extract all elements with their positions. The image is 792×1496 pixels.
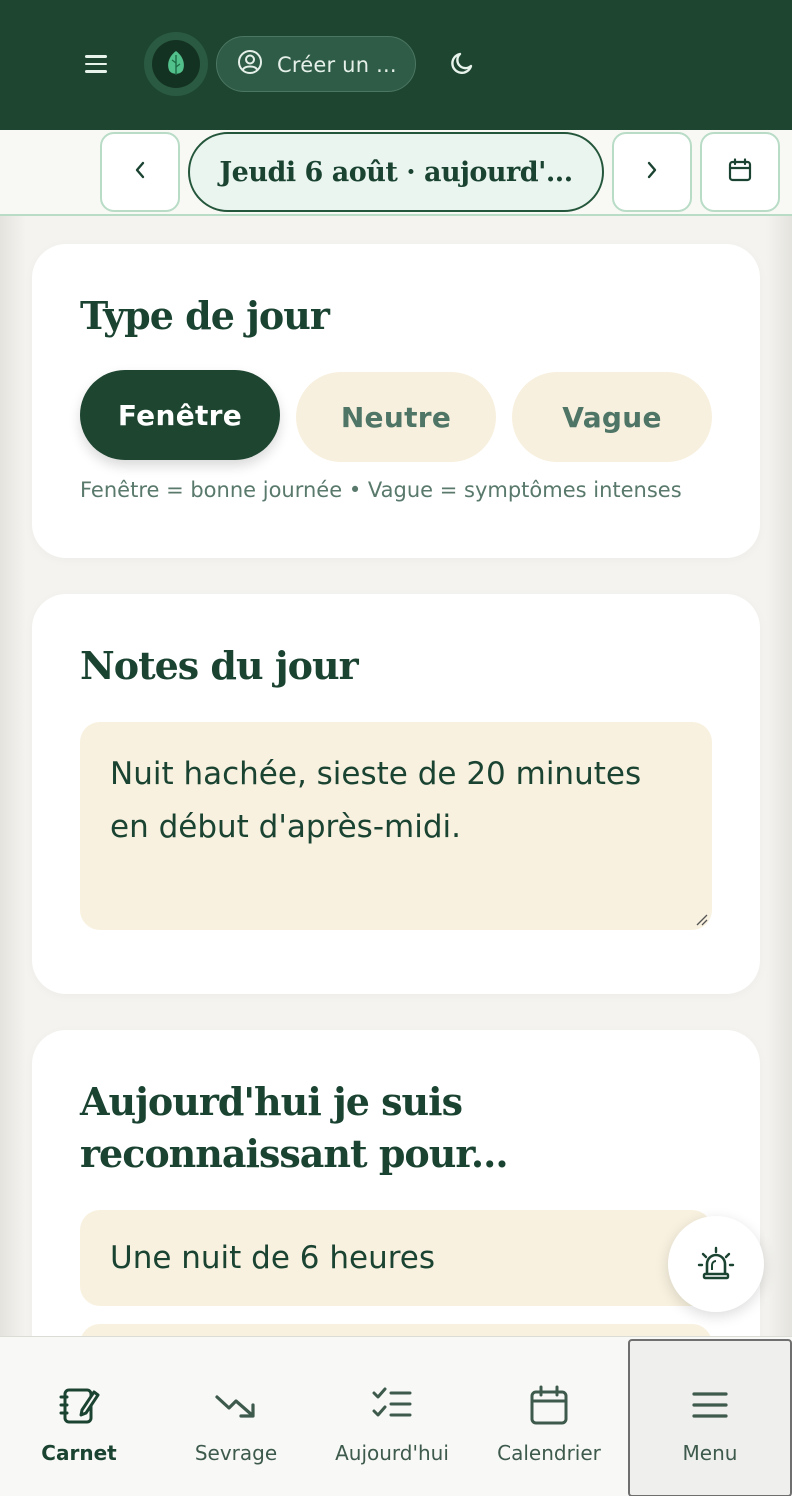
gratitude-title-line2: reconnaissant pour... (80, 1131, 509, 1176)
notes-text: Nuit hachée, sieste de 20 minutes en déb… (110, 756, 642, 845)
trending-down-icon (214, 1383, 258, 1427)
menu-icon (691, 1383, 729, 1427)
chevron-right-icon (644, 160, 660, 184)
dark-mode-toggle[interactable] (440, 42, 486, 88)
nav-label-sevrage: Sevrage (194, 1441, 278, 1465)
nav-item-calendrier[interactable]: Calendrier (470, 1337, 628, 1496)
gratitude-title-line1: Aujourd'hui je suis (80, 1079, 463, 1124)
leaf-logo-icon (152, 40, 200, 88)
moon-icon (449, 49, 477, 81)
siren-icon (697, 1243, 735, 1285)
account-label: Créer un ... (277, 53, 397, 77)
open-calendar-button[interactable] (700, 132, 780, 212)
menu-icon[interactable] (74, 44, 118, 84)
date-navigation-bar: Jeudi 6 août · aujourd'... (0, 130, 792, 216)
nav-label-menu: Menu (682, 1441, 738, 1465)
nav-label-carnet: Carnet (41, 1441, 117, 1465)
nav-item-sevrage[interactable]: Sevrage (158, 1337, 314, 1496)
day-type-title: Type de jour (80, 293, 330, 338)
notebook-edit-icon (58, 1383, 100, 1427)
nav-label-calendrier: Calendrier (497, 1441, 601, 1465)
day-type-option-neutre[interactable]: Neutre (296, 372, 496, 462)
nav-item-carnet[interactable]: Carnet (0, 1337, 158, 1496)
calendar-icon (727, 157, 753, 187)
day-type-legend: Fenêtre = bonne journée • Vague = symptô… (80, 478, 682, 502)
page-shade-left (0, 130, 26, 1496)
notes-textarea[interactable]: Nuit hachée, sieste de 20 minutes en déb… (80, 722, 712, 930)
notes-title: Notes du jour (80, 643, 359, 688)
date-label: Jeudi 6 août · aujourd'... (219, 156, 573, 188)
nav-item-menu[interactable]: Menu (628, 1339, 792, 1496)
user-circle-icon (237, 49, 263, 79)
nav-item-aujourdhui[interactable]: Aujourd'hui (314, 1337, 470, 1496)
gratitude-input-1[interactable]: Une nuit de 6 heures (80, 1210, 712, 1306)
app-logo[interactable] (144, 32, 208, 96)
top-app-bar: Créer un ... (0, 0, 792, 130)
emergency-alarm-button[interactable] (668, 1216, 764, 1312)
chevron-left-icon (132, 160, 148, 184)
bottom-navigation: Carnet Sevrage Aujourd'hui Calendrier Me… (0, 1336, 792, 1496)
checklist-icon (371, 1383, 413, 1427)
day-type-option-vague[interactable]: Vague (512, 372, 712, 462)
calendar-icon (528, 1383, 570, 1427)
page-shade-right (766, 130, 792, 1496)
previous-day-button[interactable] (100, 132, 180, 212)
day-type-option-fenetre[interactable]: Fenêtre (80, 370, 280, 460)
create-account-button[interactable]: Créer un ... (216, 36, 416, 92)
next-day-button[interactable] (612, 132, 692, 212)
resize-grip-icon[interactable] (694, 912, 708, 926)
nav-label-aujourdhui: Aujourd'hui (335, 1441, 449, 1465)
current-date-button[interactable]: Jeudi 6 août · aujourd'... (188, 132, 604, 212)
gratitude-input-1-text: Une nuit de 6 heures (110, 1240, 436, 1276)
